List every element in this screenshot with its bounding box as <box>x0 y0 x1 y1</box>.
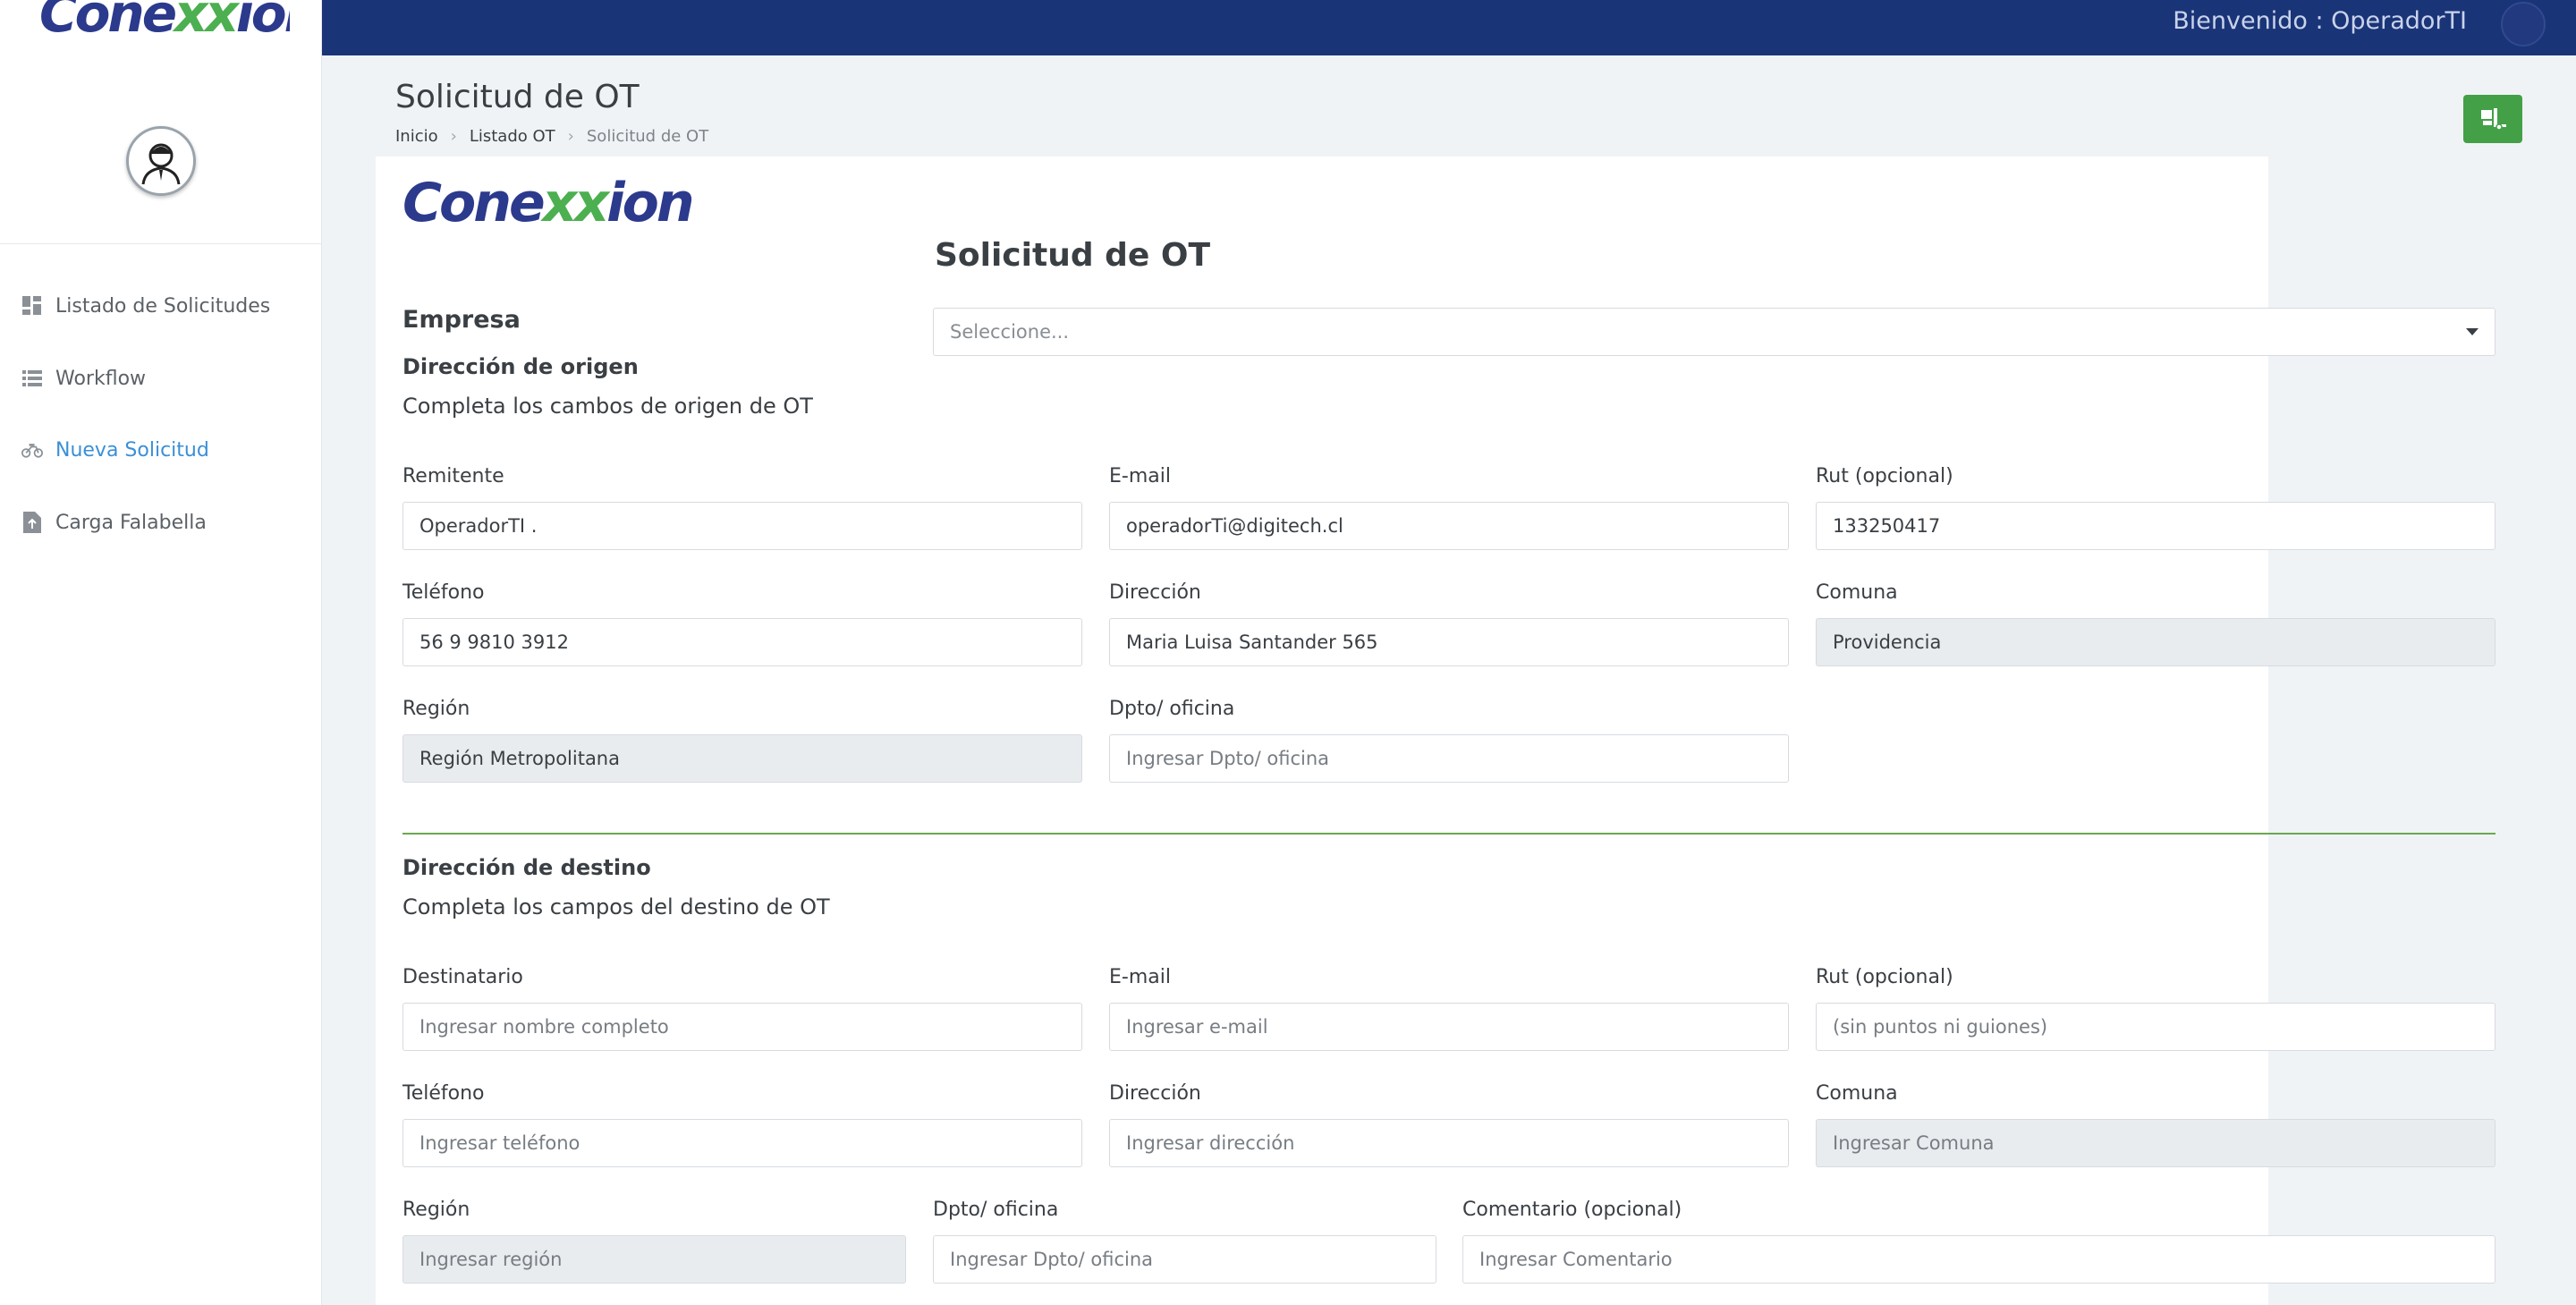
breadcrumb-link-inicio[interactable]: Inicio <box>395 127 438 146</box>
sidebar-item-label: Carga Falabella <box>55 511 207 534</box>
sidebar-logo[interactable]: Conexxion <box>39 0 290 54</box>
logo-text-accent: xx <box>174 0 239 44</box>
destino-comuna-input <box>1816 1119 2496 1167</box>
motorcycle-icon <box>21 439 43 461</box>
breadcrumb-link-listado-ot[interactable]: Listado OT <box>470 127 555 146</box>
destino-telefono-input[interactable] <box>402 1119 1082 1167</box>
destino-email-label: E-mail <box>1109 966 1171 988</box>
sidebar-item-workflow[interactable]: Workflow <box>21 360 146 396</box>
destino-telefono-label: Teléfono <box>402 1082 485 1105</box>
chevron-right-icon: › <box>567 127 574 146</box>
logo-text: ion <box>235 0 290 44</box>
logo-text-accent: xx <box>542 172 609 234</box>
breadcrumb-current: Solicitud de OT <box>586 127 709 146</box>
sidebar-item-nueva-solicitud[interactable]: Nueva Solicitud <box>21 432 209 468</box>
destino-region-input <box>402 1235 906 1284</box>
chevron-right-icon: › <box>450 127 457 146</box>
dashboard-icon <box>21 295 43 317</box>
sidebar-item-listado-solicitudes[interactable]: Listado de Solicitudes <box>21 288 270 324</box>
logo-text: ion <box>606 172 695 234</box>
destinatario-input[interactable] <box>402 1003 1082 1051</box>
destino-dpto-label: Dpto/ oficina <box>933 1199 1059 1221</box>
breadcrumb: Inicio › Listado OT › Solicitud de OT <box>395 127 708 146</box>
truck-loading-icon <box>2481 108 2506 130</box>
empresa-label: Empresa <box>402 306 521 334</box>
origen-region-label: Región <box>402 698 470 720</box>
logo-text: Cone <box>39 0 177 44</box>
origen-comuna-label: Comuna <box>1816 581 1898 604</box>
sidebar-item-label: Listado de Solicitudes <box>55 294 271 318</box>
section-divider <box>402 833 2496 835</box>
origen-dpto-input[interactable] <box>1109 734 1789 783</box>
logo-text: Cone <box>402 172 546 234</box>
top-navbar: Bienvenido : OperadorTI <box>322 0 2576 55</box>
user-avatar[interactable] <box>126 126 196 196</box>
origen-rut-label: Rut (opcional) <box>1816 465 1953 487</box>
delivery-action-button[interactable] <box>2463 95 2522 143</box>
sidebar-item-carga-falabella[interactable]: Carga Falabella <box>21 504 207 540</box>
destino-direccion-input[interactable] <box>1109 1119 1789 1167</box>
destinatario-label: Destinatario <box>402 966 523 988</box>
remitente-input[interactable] <box>402 502 1082 550</box>
empresa-select[interactable]: Seleccione... <box>933 308 2496 356</box>
destino-section-title: Dirección de destino <box>402 855 651 880</box>
origen-rut-input[interactable] <box>1816 502 2496 550</box>
origen-section-subtitle: Completa los cambos de origen de OT <box>402 394 813 419</box>
origen-section-title: Dirección de origen <box>402 354 639 379</box>
remitente-label: Remitente <box>402 465 504 487</box>
user-icon <box>141 143 181 185</box>
origen-email-label: E-mail <box>1109 465 1171 487</box>
destino-rut-label: Rut (opcional) <box>1816 966 1953 988</box>
destino-email-input[interactable] <box>1109 1003 1789 1051</box>
form-title: Solicitud de OT <box>934 237 1211 274</box>
list-icon <box>21 368 43 389</box>
empresa-select-value: Seleccione... <box>950 321 1070 343</box>
destino-region-label: Región <box>402 1199 470 1221</box>
user-menu-avatar[interactable] <box>2501 2 2546 47</box>
destino-rut-input[interactable] <box>1816 1003 2496 1051</box>
origen-dpto-label: Dpto/ oficina <box>1109 698 1235 720</box>
origen-telefono-label: Teléfono <box>402 581 485 604</box>
origen-email-input[interactable] <box>1109 502 1789 550</box>
origen-direccion-label: Dirección <box>1109 581 1201 604</box>
destino-dpto-input[interactable] <box>933 1235 1436 1284</box>
page-title: Solicitud de OT <box>395 79 640 115</box>
caret-down-icon <box>2466 328 2479 335</box>
form-logo: Conexxion <box>402 176 695 230</box>
origen-comuna-input <box>1816 618 2496 666</box>
file-upload-icon <box>21 512 43 533</box>
welcome-text: Bienvenido : OperadorTI <box>2173 7 2467 35</box>
origen-telefono-input[interactable] <box>402 618 1082 666</box>
comentario-label: Comentario (opcional) <box>1462 1199 1682 1221</box>
sidebar: Conexxion Listado de Solicitudes Workflo… <box>0 0 322 1305</box>
sidebar-item-label: Workflow <box>55 367 147 390</box>
destino-comuna-label: Comuna <box>1816 1082 1898 1105</box>
destino-section-subtitle: Completa los campos del destino de OT <box>402 894 830 919</box>
origen-direccion-input[interactable] <box>1109 618 1789 666</box>
origen-region-input <box>402 734 1082 783</box>
comentario-input[interactable] <box>1462 1235 2496 1284</box>
sidebar-item-label: Nueva Solicitud <box>55 438 209 462</box>
destino-direccion-label: Dirección <box>1109 1082 1201 1105</box>
